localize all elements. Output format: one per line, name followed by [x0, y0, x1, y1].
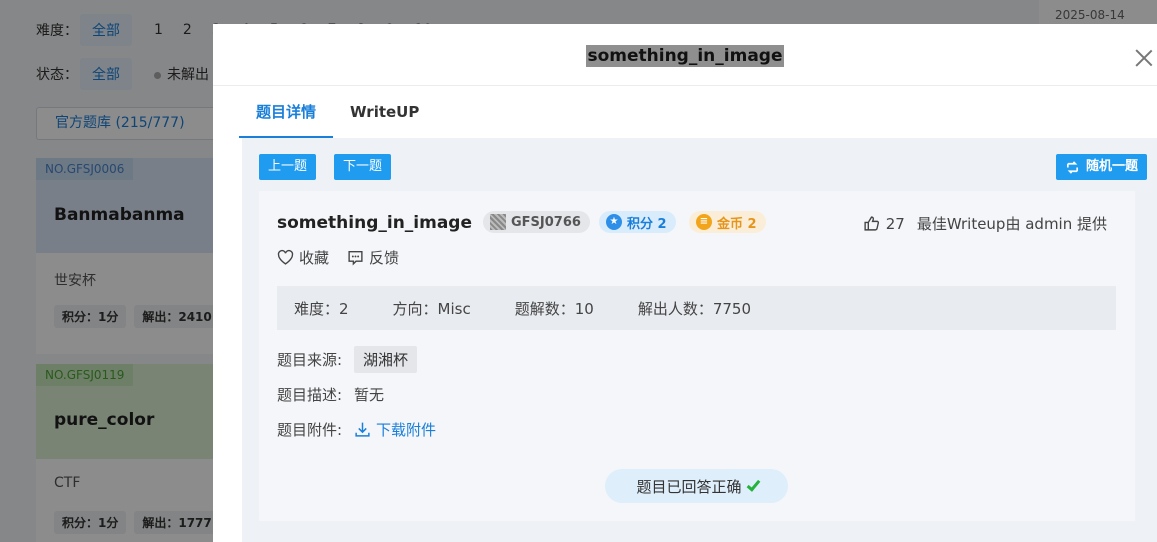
feedback-button[interactable]: 反馈 — [347, 247, 399, 268]
random-challenge-label: 随机一题 — [1085, 159, 1138, 174]
close-icon[interactable] — [1134, 48, 1154, 68]
source-row: 题目来源: 湖湘杯 — [277, 346, 418, 373]
description-value: 暂无 — [354, 386, 385, 404]
download-attachment-link[interactable]: 下载附件 — [354, 419, 436, 440]
likes-info: 27 最佳Writeup由 admin 提供 — [863, 213, 1107, 234]
stat-difficulty: 难度：2 — [294, 299, 349, 318]
description-row: 题目描述: 暂无 — [277, 384, 384, 405]
solved-text: 题目已回答正确 — [636, 477, 742, 496]
attachment-label: 题目附件: — [277, 421, 343, 439]
challenge-stats: 难度：2 方向：Misc 题解数：10 解出人数：7750 — [277, 286, 1116, 330]
download-icon — [355, 422, 370, 437]
description-label: 题目描述: — [277, 386, 343, 404]
download-attachment-label: 下载附件 — [376, 421, 437, 439]
source-value: 湖湘杯 — [354, 346, 418, 373]
favorite-label: 收藏 — [299, 249, 330, 267]
favorite-button[interactable]: 收藏 — [277, 247, 329, 268]
modal-title: something_in_image — [586, 45, 784, 67]
heart-icon — [277, 249, 294, 265]
source-label: 题目来源: — [277, 351, 343, 369]
writeup-note: 最佳Writeup由 admin 提供 — [916, 215, 1107, 233]
next-challenge-button[interactable]: 下一题 — [334, 154, 392, 180]
tab-writeup[interactable]: WriteUP — [333, 86, 436, 138]
tab-details[interactable]: 题目详情 — [239, 86, 334, 138]
stat-solutions: 题解数：10 — [514, 299, 594, 318]
challenge-modal: something_in_image 题目详情 WriteUP 上一题 下一题 … — [213, 24, 1157, 542]
random-challenge-button[interactable]: 随机一题 — [1055, 154, 1147, 180]
details-panel: 上一题 下一题 随机一题 something_in_image GFSJ0766… — [242, 138, 1157, 542]
feedback-label: 反馈 — [369, 249, 400, 267]
score-icon: ★ — [606, 214, 622, 230]
feedback-icon — [348, 250, 363, 266]
modal-tabs: 题目详情 WriteUP — [239, 86, 436, 138]
score-value: 积分 2 — [627, 216, 667, 232]
gold-value: 金币 2 — [717, 216, 757, 232]
score-badge: ★ 积分 2 — [599, 211, 676, 233]
likes-count: 27 — [885, 214, 905, 233]
modal-header: something_in_image — [213, 24, 1157, 86]
shuffle-icon — [1066, 160, 1079, 174]
challenge-id: GFSJ0766 — [511, 214, 581, 230]
gold-badge: ≡ 金币 2 — [689, 211, 766, 233]
challenge-name: something_in_image — [277, 213, 473, 233]
prev-challenge-button[interactable]: 上一题 — [259, 154, 317, 180]
qrcode-icon — [490, 214, 506, 230]
challenge-id-badge: GFSJ0766 — [483, 211, 590, 233]
challenge-actions: 收藏 反馈 — [277, 247, 399, 268]
thumbs-up-icon[interactable] — [863, 215, 880, 232]
challenge-detail-card: something_in_image GFSJ0766 ★ 积分 2 ≡ 金币 … — [259, 191, 1135, 521]
checkmark-icon — [746, 476, 760, 492]
stat-solvers: 解出人数：7750 — [637, 299, 751, 318]
attachment-row: 题目附件: 下载附件 — [277, 419, 436, 440]
solved-status-badge: 题目已回答正确 — [605, 469, 788, 503]
coin-icon: ≡ — [696, 214, 712, 230]
stat-direction: 方向：Misc — [392, 299, 471, 318]
